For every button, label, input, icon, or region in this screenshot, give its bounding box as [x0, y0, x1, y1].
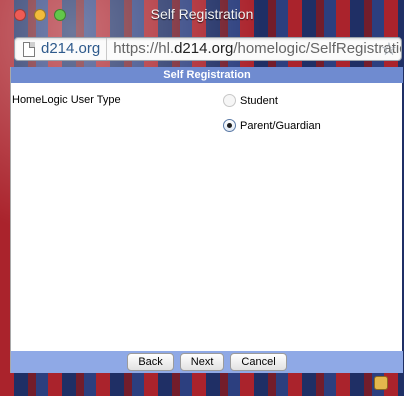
url-prefix: https://hl.	[113, 40, 175, 57]
back-button[interactable]: Back	[127, 353, 174, 371]
radio-option-student[interactable]: Student	[223, 94, 278, 107]
student-radio[interactable]	[223, 94, 236, 107]
next-button[interactable]: Next	[179, 353, 225, 371]
url-text[interactable]: https://hl.d214.org/homelogic/SelfRegist…	[113, 38, 401, 60]
url-host: d214.org	[174, 40, 234, 57]
user-type-label: HomeLogic User Type	[12, 94, 121, 106]
url-path: /homelogic/SelfRegistratic	[233, 40, 401, 57]
window-titlebar: Self Registration	[0, 0, 404, 30]
form-header: Self Registration	[11, 67, 403, 83]
parent-guardian-label: Parent/Guardian	[240, 119, 321, 132]
star-icon[interactable]: ☆	[381, 39, 397, 59]
form-footer: Back Next Cancel	[11, 351, 403, 373]
parent-guardian-radio[interactable]	[223, 119, 236, 132]
window-title: Self Registration	[150, 6, 254, 22]
address-bar[interactable]: d214.org https://hl.d214.org/homelogic/S…	[14, 37, 402, 61]
registration-panel: Self Registration HomeLogic User Type St…	[10, 67, 403, 373]
site-domain: d214.org	[41, 38, 108, 60]
status-icon	[374, 376, 388, 390]
student-label: Student	[240, 94, 278, 107]
cancel-button[interactable]: Cancel	[230, 353, 287, 371]
radio-option-parent-guardian[interactable]: Parent/Guardian	[223, 119, 321, 132]
page-icon	[23, 41, 35, 57]
window-bottom-strip	[0, 373, 404, 396]
